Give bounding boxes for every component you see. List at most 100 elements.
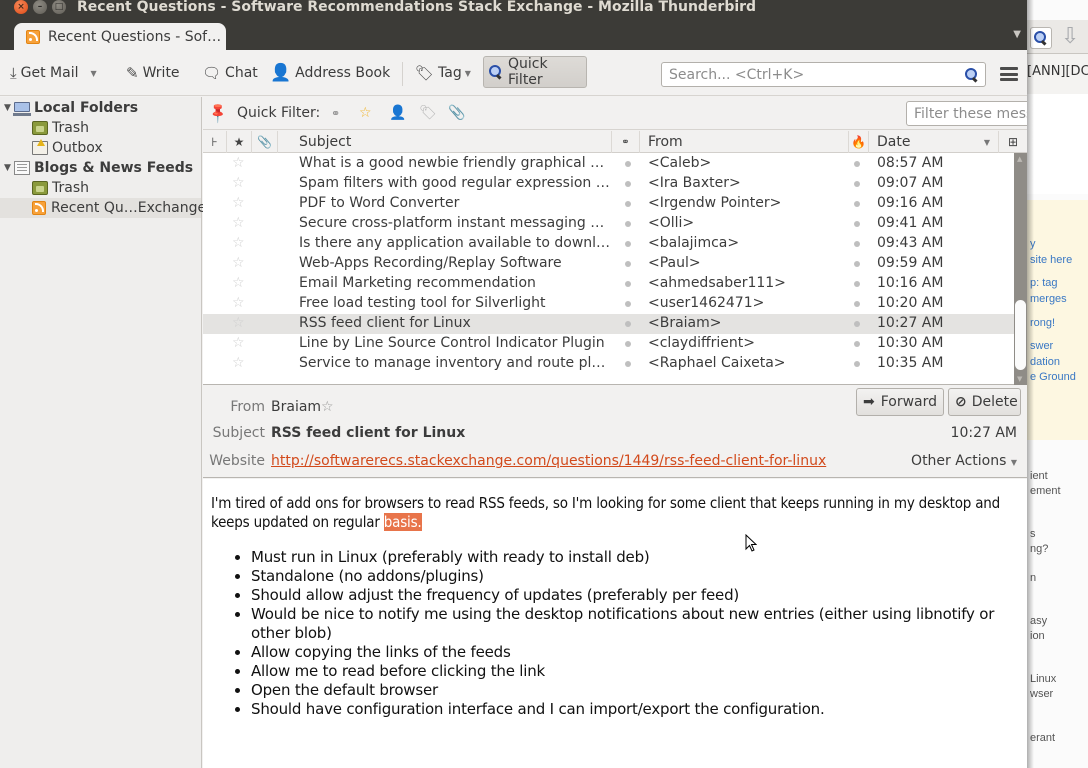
website-link[interactable]: http://softwarerecs.stackexchange.com/qu… bbox=[271, 453, 826, 469]
tag-icon[interactable]: 🏷 bbox=[419, 105, 437, 121]
search-icon[interactable] bbox=[965, 68, 979, 82]
folder-local-folders[interactable]: ▼ Local Folders bbox=[4, 98, 138, 118]
star-icon[interactable]: ☆ bbox=[232, 335, 245, 351]
folder-blogs-news-feeds[interactable]: ▼ Blogs & News Feeds bbox=[4, 158, 193, 178]
read-column-icon[interactable]: ⚭ bbox=[612, 131, 640, 153]
read-status-icon[interactable] bbox=[625, 221, 631, 227]
get-mail-button[interactable]: ⤓ Get Mail ▼ bbox=[10, 62, 97, 84]
expand-twisty-icon[interactable]: ▼ bbox=[4, 103, 14, 113]
star-icon[interactable]: ☆ bbox=[232, 295, 245, 311]
junk-status-icon[interactable] bbox=[854, 281, 860, 287]
message-row[interactable]: ☆ Service to manage inventory and route p… bbox=[203, 354, 1014, 374]
maximize-window-button[interactable]: □ bbox=[52, 0, 66, 14]
read-status-icon[interactable] bbox=[625, 241, 631, 247]
junk-status-icon[interactable] bbox=[854, 361, 860, 367]
write-button[interactable]: ✎ Write bbox=[126, 62, 180, 84]
star-icon[interactable]: ☆ bbox=[232, 215, 245, 231]
message-row[interactable]: ☆ Web-Apps Recording/Replay Software <Paul… bbox=[203, 254, 1014, 274]
bg-link[interactable]: merges bbox=[1030, 293, 1067, 305]
star-icon[interactable]: ☆ bbox=[232, 255, 245, 271]
read-status-icon[interactable] bbox=[625, 301, 631, 307]
junk-status-icon[interactable] bbox=[854, 321, 860, 327]
star-icon[interactable]: ☆ bbox=[232, 235, 245, 251]
bg-link[interactable]: p: tag bbox=[1030, 277, 1058, 289]
folder-local-trash[interactable]: Trash bbox=[32, 118, 89, 138]
expand-twisty-icon[interactable]: ▼ bbox=[4, 163, 14, 173]
contact-icon[interactable]: 👤 bbox=[389, 105, 406, 121]
star-icon[interactable]: ☆ bbox=[232, 355, 245, 371]
read-status-icon[interactable] bbox=[625, 321, 631, 327]
filter-messages-input[interactable] bbox=[907, 102, 1027, 125]
scroll-up-icon[interactable]: ▲ bbox=[1017, 155, 1022, 163]
bg-bookmark-text[interactable]: [ANN][DC bbox=[1027, 64, 1088, 79]
junk-status-icon[interactable] bbox=[854, 221, 860, 227]
star-column-icon[interactable]: ★ bbox=[227, 131, 252, 153]
pin-icon[interactable]: 📌 bbox=[207, 101, 231, 125]
read-status-icon[interactable] bbox=[625, 361, 631, 367]
bg-text[interactable]: ement bbox=[1030, 485, 1061, 497]
chat-button[interactable]: 🗨 Chat bbox=[202, 62, 258, 84]
read-status-icon[interactable] bbox=[625, 201, 631, 207]
folder-recent-questions[interactable]: Recent Qu…Exchange bbox=[0, 198, 206, 218]
date-column-header[interactable]: Date ▼ bbox=[869, 131, 999, 153]
starred-icon[interactable]: ☆ bbox=[359, 105, 372, 121]
bg-link[interactable]: dation bbox=[1030, 356, 1060, 368]
column-picker-icon[interactable]: ⊞ bbox=[999, 131, 1027, 153]
thread-scrollbar[interactable]: ▲ ▼ bbox=[1014, 153, 1027, 385]
search-input[interactable] bbox=[662, 63, 985, 86]
delete-button[interactable]: ⊘ Delete bbox=[948, 388, 1021, 416]
message-row[interactable]: ☆ Secure cross-platform instant messaging… bbox=[203, 214, 1014, 234]
chevron-down-icon[interactable]: ▼ bbox=[90, 69, 96, 78]
sender-name[interactable]: Braiam bbox=[271, 399, 321, 415]
read-status-icon[interactable] bbox=[625, 261, 631, 267]
attachment-column-icon[interactable]: 📎 bbox=[252, 131, 278, 153]
folder-feeds-trash[interactable]: Trash bbox=[32, 178, 89, 198]
junk-status-icon[interactable] bbox=[854, 241, 860, 247]
star-icon[interactable]: ☆ bbox=[321, 399, 334, 415]
message-row[interactable]: ☆ RSS feed client for Linux <Braiam> 10:27 … bbox=[203, 314, 1014, 334]
scrollbar-thumb[interactable] bbox=[1015, 300, 1026, 370]
star-icon[interactable]: ☆ bbox=[232, 195, 245, 211]
tag-button[interactable]: 🏷 Tag ▼ bbox=[415, 62, 471, 84]
other-actions-button[interactable]: Other Actions ▼ bbox=[911, 453, 1017, 469]
folder-outbox[interactable]: Outbox bbox=[32, 138, 103, 158]
star-icon[interactable]: ☆ bbox=[232, 155, 245, 171]
junk-status-icon[interactable] bbox=[854, 301, 860, 307]
bg-link[interactable]: site here bbox=[1030, 254, 1072, 266]
message-row[interactable]: ☆ Spam filters with good regular expressi… bbox=[203, 174, 1014, 194]
junk-status-icon[interactable] bbox=[854, 261, 860, 267]
forward-button[interactable]: ➡ Forward bbox=[856, 388, 944, 416]
junk-status-icon[interactable] bbox=[854, 201, 860, 207]
junk-status-icon[interactable] bbox=[854, 181, 860, 187]
minimize-window-button[interactable]: – bbox=[33, 0, 47, 14]
download-arrow-icon[interactable]: ⇩ bbox=[1061, 24, 1081, 50]
read-status-icon[interactable] bbox=[625, 341, 631, 347]
quick-filter-button[interactable]: Quick Filter bbox=[483, 56, 587, 88]
close-window-button[interactable]: × bbox=[14, 0, 28, 14]
address-book-button[interactable]: 👤 Address Book bbox=[270, 62, 390, 84]
read-status-icon[interactable] bbox=[625, 281, 631, 287]
star-icon[interactable]: ☆ bbox=[232, 275, 245, 291]
bg-link[interactable]: e Ground bbox=[1030, 371, 1076, 383]
star-icon[interactable]: ☆ bbox=[232, 175, 245, 191]
read-status-icon[interactable] bbox=[625, 181, 631, 187]
message-row[interactable]: ☆ Is there any application available to d… bbox=[203, 234, 1014, 254]
thread-column-icon[interactable]: ⊦ bbox=[203, 131, 227, 153]
read-status-icon[interactable] bbox=[625, 161, 631, 167]
unread-icon[interactable]: ⚭ bbox=[331, 107, 340, 120]
tab-list-dropdown-icon[interactable]: ▼ bbox=[1013, 29, 1021, 40]
message-row[interactable]: ☆ Email Marketing recommendation <ahmedsab… bbox=[203, 274, 1014, 294]
attachment-icon[interactable]: 📎 bbox=[448, 105, 465, 121]
subject-column-header[interactable]: Subject bbox=[278, 131, 612, 153]
message-row[interactable]: ☆ Line by Line Source Control Indicator P… bbox=[203, 334, 1014, 354]
message-row[interactable]: ☆ PDF to Word Converter <Irgendw Pointer> 0… bbox=[203, 194, 1014, 214]
junk-status-icon[interactable] bbox=[854, 161, 860, 167]
scroll-down-icon[interactable]: ▼ bbox=[1017, 375, 1022, 383]
message-row[interactable]: ☆ Free load testing tool for Silverlight <… bbox=[203, 294, 1014, 314]
junk-column-icon[interactable]: 🔥 bbox=[849, 131, 869, 153]
tab-recent-questions[interactable]: Recent Questions - Sof… bbox=[14, 23, 226, 50]
app-menu-button[interactable] bbox=[1000, 67, 1018, 81]
from-column-header[interactable]: From bbox=[640, 131, 849, 153]
message-row[interactable]: ☆ What is a good newbie friendly graphica… bbox=[203, 154, 1014, 174]
star-icon[interactable]: ☆ bbox=[232, 315, 245, 331]
